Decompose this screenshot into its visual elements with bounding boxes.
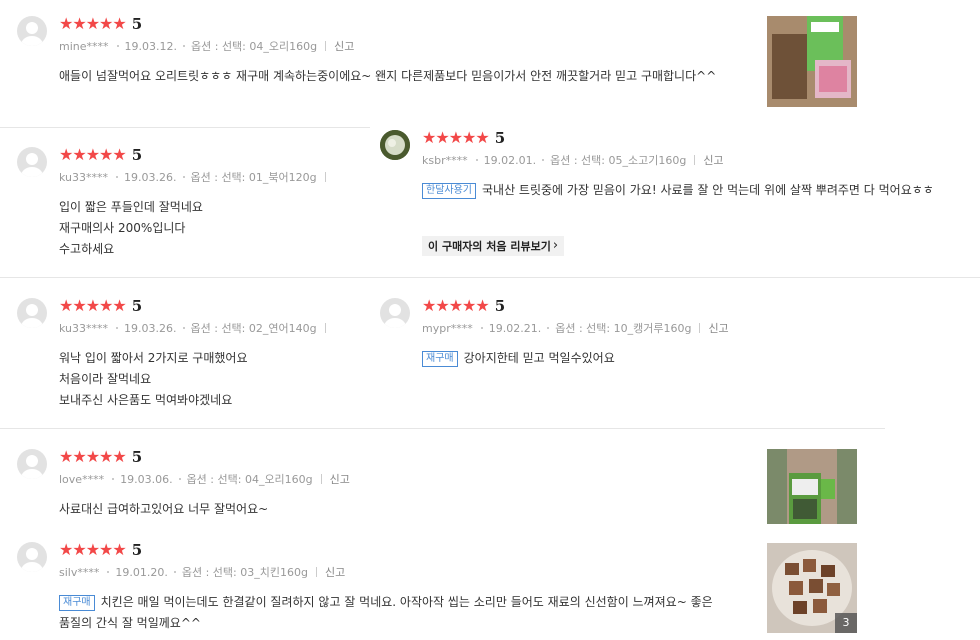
user-id: love**** xyxy=(59,472,105,486)
star-icon: ★★★★★ xyxy=(422,128,490,147)
review-option: 옵션 : 선택: 10_캥거루160g xyxy=(555,322,692,335)
star-rating: ★★★★★ 5 xyxy=(422,296,506,315)
user-id: silv**** xyxy=(59,565,100,579)
review-item: ★★★★★ 5 love**** 19.03.06. 옵션 : 선택: 04_오… xyxy=(17,449,757,519)
review-option: 옵션 : 선택: 01_북어120g xyxy=(190,171,317,184)
rating-score: 5 xyxy=(131,297,143,315)
rating-score: 5 xyxy=(494,129,506,147)
divider xyxy=(0,127,370,128)
star-rating: ★★★★★ 5 xyxy=(59,296,143,315)
chevron-right-icon: › xyxy=(552,238,559,253)
review-text: 사료대신 급여하고있어요 너무 잘먹어요~ xyxy=(59,502,269,516)
review-text: 워낙 입이 짧아서 2가지로 구매했어요 처음이라 잘먹네요 보내주신 사은품도… xyxy=(59,351,248,407)
star-icon: ★★★★★ xyxy=(59,296,127,315)
user-id: ku33**** xyxy=(59,321,109,335)
review-meta: mypr**** 19.02.21. 옵션 : 선택: 10_캥거루160g 신… xyxy=(422,320,729,336)
review-meta: ku33**** 19.03.26. 옵션 : 선택: 02_연어140g xyxy=(59,320,334,336)
review-meta: love**** 19.03.06. 옵션 : 선택: 04_오리160g 신고 xyxy=(59,471,350,487)
review-badge: 재구매 xyxy=(59,595,95,611)
star-icon: ★★★★★ xyxy=(59,540,127,559)
report-link[interactable]: 신고 xyxy=(708,320,728,336)
review-item: ★★★★★ 5 mypr**** 19.02.21. 옵션 : 선택: 10_캥… xyxy=(380,298,980,378)
report-link[interactable]: 신고 xyxy=(334,38,354,54)
review-date: 19.02.21. xyxy=(488,321,542,335)
user-avatar xyxy=(380,130,410,160)
review-item: ★★★★★ 5 silv**** 19.01.20. 옵션 : 선택: 03_치… xyxy=(17,542,757,637)
review-option: 옵션 : 선택: 04_오리160g xyxy=(191,40,318,53)
report-link[interactable]: 신고 xyxy=(325,564,345,580)
review-option: 옵션 : 선택: 05_소고기160g xyxy=(550,154,687,167)
user-avatar xyxy=(380,298,410,328)
user-avatar xyxy=(17,449,47,479)
review-date: 19.01.20. xyxy=(115,565,168,579)
report-link[interactable]: 신고 xyxy=(330,471,350,487)
review-meta: mine**** 19.03.12. 옵션 : 선택: 04_오리160g 신고 xyxy=(59,38,354,54)
divider xyxy=(0,277,980,278)
star-icon: ★★★★★ xyxy=(59,14,127,33)
report-link[interactable]: 신고 xyxy=(703,152,723,168)
review-badge: 재구매 xyxy=(422,351,458,367)
star-rating: ★★★★★ 5 xyxy=(422,128,506,147)
review-text: 입이 짧은 푸들인데 잘먹네요 재구매의사 200%입니다 수고하세요 xyxy=(59,200,203,256)
user-avatar xyxy=(17,542,47,572)
review-meta: silv**** 19.01.20. 옵션 : 선택: 03_치킨160g 신고 xyxy=(59,564,345,580)
rating-score: 5 xyxy=(131,146,143,164)
star-rating: ★★★★★ 5 xyxy=(59,447,143,466)
rating-score: 5 xyxy=(131,15,143,33)
user-avatar xyxy=(17,298,47,328)
user-avatar xyxy=(17,16,47,46)
star-rating: ★★★★★ 5 xyxy=(59,14,143,33)
rating-score: 5 xyxy=(131,448,143,466)
review-date: 19.03.26. xyxy=(124,170,177,184)
star-rating: ★★★★★ 5 xyxy=(59,145,143,164)
review-date: 19.03.26. xyxy=(124,321,177,335)
review-item: ★★★★★ 5 ku33**** 19.03.26. 옵션 : 선택: 01_북… xyxy=(17,147,357,257)
review-item: ★★★★★ 5 mine**** 19.03.12. 옵션 : 선택: 04_오… xyxy=(17,16,757,96)
user-id: ku33**** xyxy=(59,170,109,184)
review-text: 재구매 강아지한테 믿고 먹일수있어요 xyxy=(422,348,615,369)
review-text: 애들이 넘잘먹어요 오리트릿ㅎㅎㅎ 재구매 계속하는중이에요~ 왠지 다른제품보… xyxy=(59,69,717,83)
review-item: ★★★★★ 5 ku33**** 19.03.26. 옵션 : 선택: 02_연… xyxy=(17,298,357,408)
review-meta: ksbr**** 19.02.01. 옵션 : 선택: 05_소고기160g 신… xyxy=(422,152,724,168)
user-avatar xyxy=(17,147,47,177)
review-item: ★★★★★ 5 ksbr**** 19.02.01. 옵션 : 선택: 05_소… xyxy=(380,128,980,256)
review-text: 한달사용기 국내산 트릿중에 가장 믿음이 가요! 사료를 잘 안 먹는데 위에 … xyxy=(422,180,934,201)
divider xyxy=(0,428,885,429)
user-id: mine**** xyxy=(59,39,109,53)
review-badge: 한달사용기 xyxy=(422,183,476,199)
review-option: 옵션 : 선택: 04_오리160g xyxy=(186,473,313,486)
review-meta: ku33**** 19.03.26. 옵션 : 선택: 01_북어120g xyxy=(59,169,334,185)
review-photo[interactable] xyxy=(767,16,857,107)
first-review-button[interactable]: 이 구매자의 처음 리뷰보기 › xyxy=(422,236,565,256)
star-icon: ★★★★★ xyxy=(422,296,490,315)
star-icon: ★★★★★ xyxy=(59,447,127,466)
star-icon: ★★★★★ xyxy=(59,145,127,164)
review-date: 19.03.06. xyxy=(120,472,173,486)
review-photo[interactable]: 3 xyxy=(767,543,857,633)
rating-score: 5 xyxy=(494,297,506,315)
review-date: 19.03.12. xyxy=(124,39,177,53)
user-id: ksbr**** xyxy=(422,153,468,167)
review-option: 옵션 : 선택: 02_연어140g xyxy=(190,322,317,335)
review-date: 19.02.01. xyxy=(483,153,537,167)
review-option: 옵션 : 선택: 03_치킨160g xyxy=(181,566,308,579)
photo-count-badge: 3 xyxy=(835,613,857,633)
star-rating: ★★★★★ 5 xyxy=(59,540,143,559)
user-id: mypr**** xyxy=(422,321,473,335)
rating-score: 5 xyxy=(131,541,143,559)
review-text: 재구매 치킨은 매일 먹이는데도 한결같이 질려하지 않고 잘 먹네요. 아작아작… xyxy=(59,595,713,630)
review-photo[interactable] xyxy=(767,449,857,524)
